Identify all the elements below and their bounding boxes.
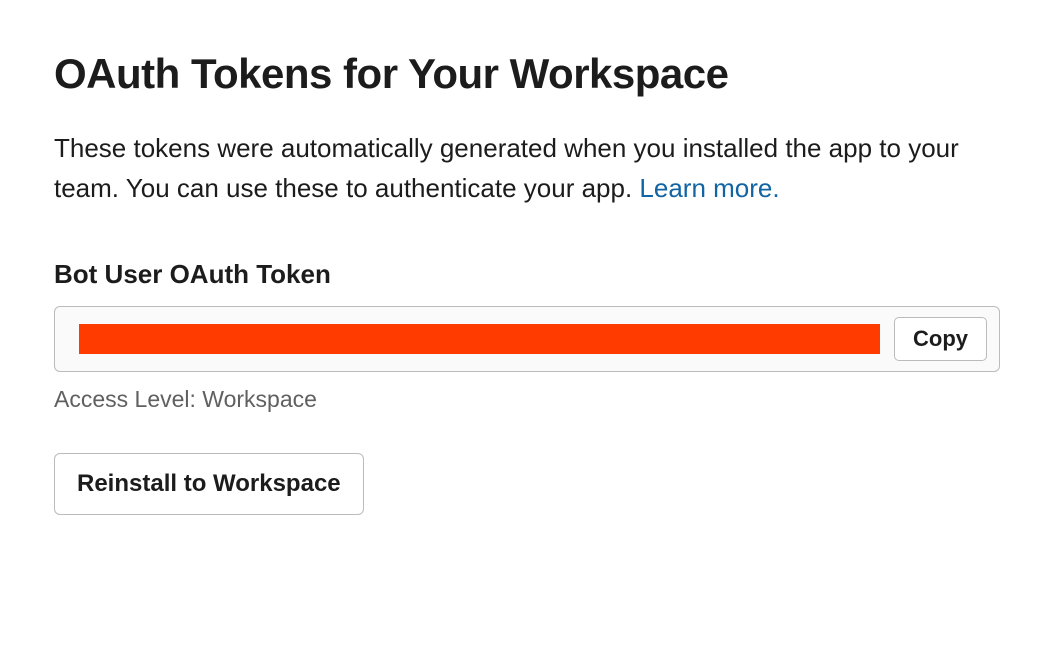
- description-text: These tokens were automatically generate…: [54, 133, 959, 203]
- token-input-container: Copy: [54, 306, 1000, 372]
- page-title: OAuth Tokens for Your Workspace: [54, 50, 1000, 98]
- reinstall-button[interactable]: Reinstall to Workspace: [54, 453, 364, 515]
- token-section-label: Bot User OAuth Token: [54, 259, 1000, 290]
- token-value-redacted[interactable]: [79, 324, 880, 354]
- copy-button[interactable]: Copy: [894, 317, 987, 361]
- learn-more-link[interactable]: Learn more.: [639, 173, 779, 203]
- access-level-label: Access Level: Workspace: [54, 386, 1000, 413]
- token-description: These tokens were automatically generate…: [54, 128, 1000, 209]
